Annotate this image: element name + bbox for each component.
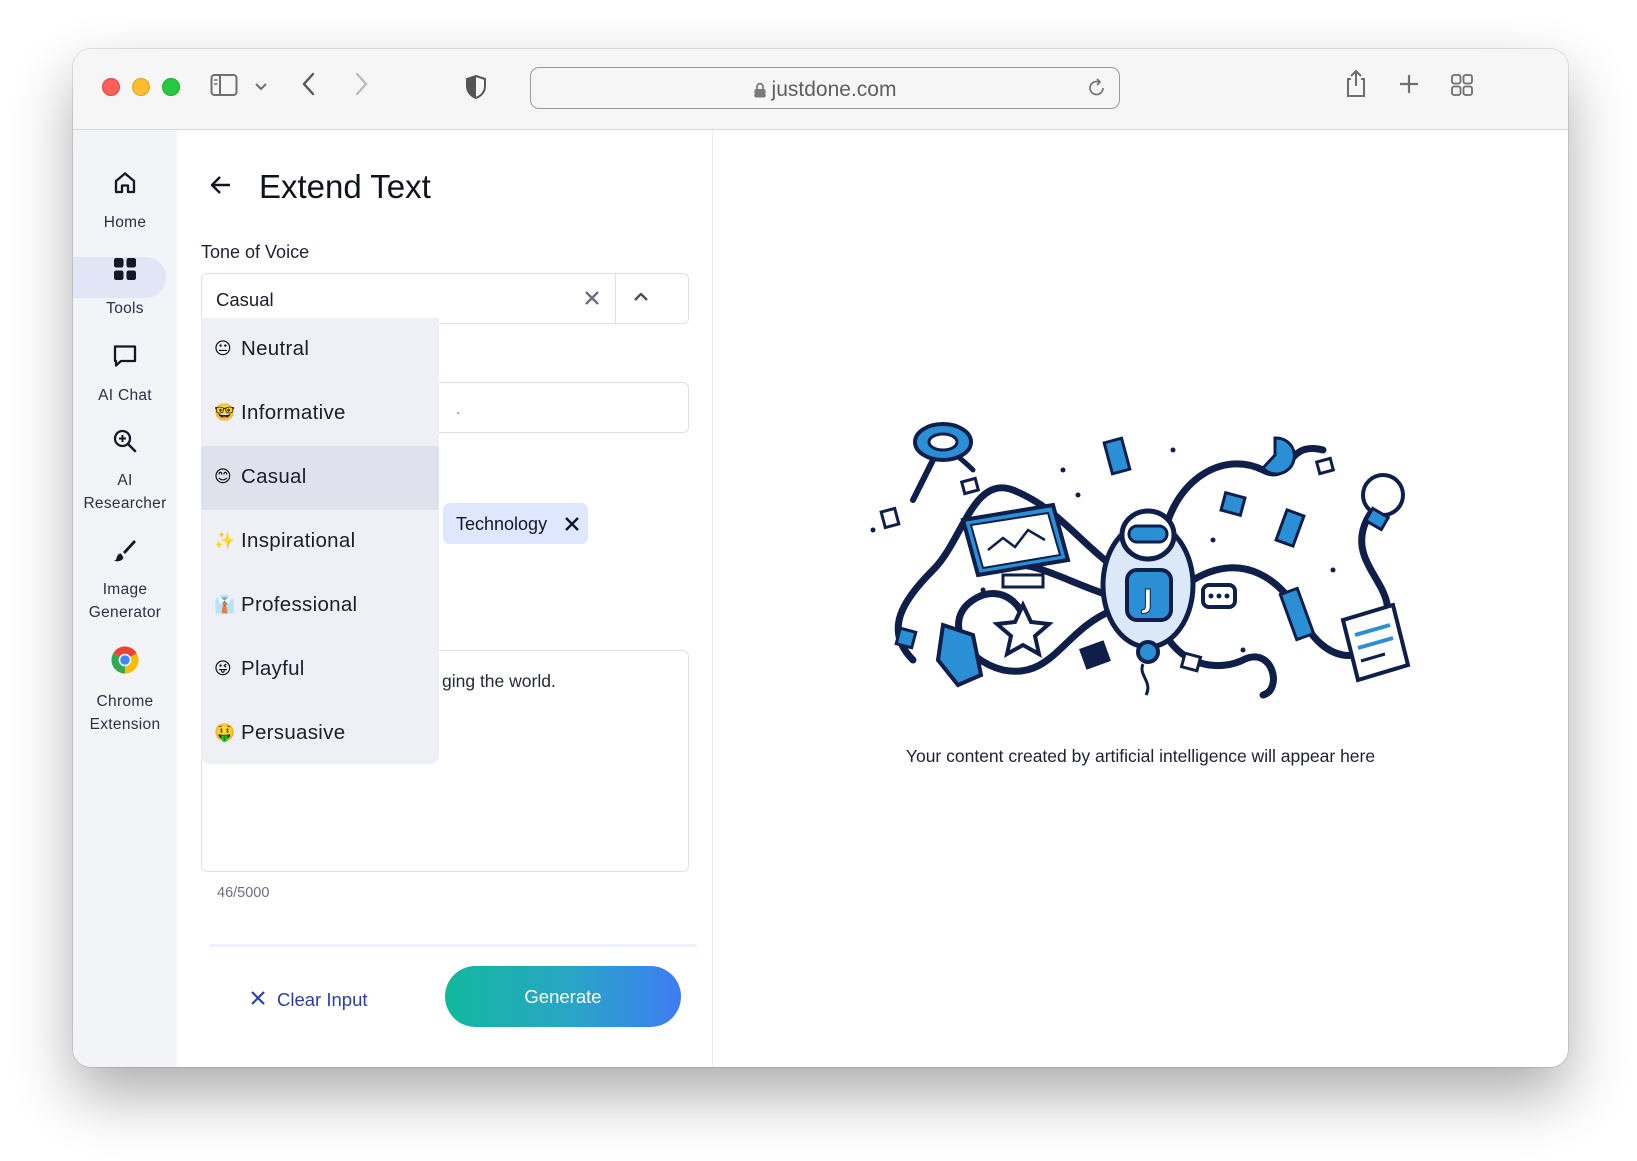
app-sidebar: Home Tools AI Chat AI Researcher Image G… xyxy=(73,130,177,1067)
output-area: J Your content created by artificial int… xyxy=(713,130,1568,1067)
close-icon xyxy=(249,989,267,1012)
sparkles-icon: ✨ xyxy=(214,531,236,550)
tone-of-voice-label: Tone of Voice xyxy=(201,242,310,262)
svg-text:J: J xyxy=(1141,585,1153,615)
chevron-down-icon[interactable] xyxy=(254,79,268,97)
magnifier-icon xyxy=(73,428,177,459)
lock-icon xyxy=(754,80,766,104)
home-icon xyxy=(73,170,177,201)
sidebar-item-label-line2: Generator xyxy=(88,604,162,621)
business-person-icon: 👔 xyxy=(214,595,236,614)
option-label: Playful xyxy=(241,657,305,680)
robot-illustration: J xyxy=(870,422,1411,699)
sidebar-item-tools[interactable]: Tools xyxy=(73,256,177,320)
clear-input-label: Clear Input xyxy=(277,989,368,1010)
sidebar-item-label-line2: Extension xyxy=(89,716,161,733)
sidebar-item-label-line1: Chrome xyxy=(96,693,154,710)
back-icon[interactable] xyxy=(300,71,318,102)
sidebar-item-label-line2: Researcher xyxy=(83,495,167,512)
money-face-icon: 🤑 xyxy=(214,723,236,742)
dropdown-option-playful[interactable]: 😜 Playful xyxy=(201,638,439,702)
brush-icon xyxy=(73,537,177,568)
option-label: Persuasive xyxy=(241,721,346,744)
tone-dropdown-menu: 😐 Neutral 🤓 Informative 😊 Casual ✨ Inspi… xyxy=(201,318,439,764)
sidebar-item-label-line1: AI xyxy=(117,472,133,489)
sidebar-item-chrome-extension[interactable]: Chrome Extension xyxy=(73,645,177,736)
keyword-chip: Technology xyxy=(443,503,588,544)
browser-window: justdone.com Home Tools AI Chat AI Resea… xyxy=(73,49,1568,1067)
dropdown-option-neutral[interactable]: 😐 Neutral xyxy=(201,318,439,382)
sidebar-item-image-generator[interactable]: Image Generator xyxy=(73,537,177,624)
remove-chip-icon[interactable] xyxy=(563,515,581,538)
nerd-face-icon: 🤓 xyxy=(214,403,236,422)
reload-icon[interactable] xyxy=(1087,77,1107,104)
footer-divider xyxy=(209,944,697,947)
neutral-face-icon: 😐 xyxy=(214,339,232,358)
grid-icon xyxy=(73,256,177,287)
smiling-face-icon: 😊 xyxy=(214,467,232,486)
sidebar-item-label: Tools xyxy=(106,300,144,317)
shield-icon[interactable] xyxy=(465,74,487,105)
option-label: Casual xyxy=(241,465,307,488)
sidebar-item-ai-chat[interactable]: AI Chat xyxy=(73,343,177,407)
sidebar-item-ai-researcher[interactable]: AI Researcher xyxy=(73,428,177,515)
winking-tongue-icon: 😜 xyxy=(214,659,232,678)
forward-icon[interactable] xyxy=(352,71,370,102)
text-input-content: ging the world. xyxy=(442,671,556,691)
option-label: Inspirational xyxy=(241,529,356,552)
close-window-button[interactable] xyxy=(102,78,120,96)
character-counter: 46/5000 xyxy=(217,885,270,901)
select-divider xyxy=(615,274,616,323)
sidebar-toggle-icon[interactable] xyxy=(210,73,238,102)
url-text: justdone.com xyxy=(771,78,897,101)
output-placeholder-text: Your content created by artificial intel… xyxy=(905,746,1376,766)
new-tab-icon[interactable] xyxy=(1398,73,1420,100)
page-title: Extend Text xyxy=(259,168,431,205)
address-bar[interactable]: justdone.com xyxy=(530,67,1120,109)
dropdown-option-informative[interactable]: 🤓 Informative xyxy=(201,382,439,446)
tone-selected-value: Casual xyxy=(216,289,274,310)
dropdown-option-persuasive[interactable]: 🤑 Persuasive xyxy=(201,702,439,764)
clear-selection-icon[interactable] xyxy=(582,288,602,313)
option-label: Informative xyxy=(241,401,346,424)
secondary-input-text: . xyxy=(456,401,461,418)
sidebar-item-label-line1: Image xyxy=(102,581,148,598)
chrome-icon xyxy=(73,645,177,680)
chevron-up-icon[interactable] xyxy=(632,290,650,309)
share-icon[interactable] xyxy=(1344,69,1368,104)
generate-button[interactable]: Generate xyxy=(445,966,681,1027)
option-label: Professional xyxy=(241,593,358,616)
dropdown-option-inspirational[interactable]: ✨ Inspirational xyxy=(201,510,439,574)
dropdown-option-casual[interactable]: 😊 Casual xyxy=(201,446,439,510)
keyword-chip-label: Technology xyxy=(456,514,548,534)
back-arrow-icon[interactable] xyxy=(209,174,233,201)
zoom-window-button[interactable] xyxy=(162,78,180,96)
chat-icon xyxy=(73,343,177,374)
clear-input-button[interactable]: Clear Input xyxy=(249,980,368,1020)
tone-of-voice-select[interactable]: Casual xyxy=(201,273,689,324)
dropdown-option-professional[interactable]: 👔 Professional xyxy=(201,574,439,638)
browser-toolbar: justdone.com xyxy=(73,49,1568,130)
sidebar-item-home[interactable]: Home xyxy=(73,170,177,234)
minimize-window-button[interactable] xyxy=(132,78,150,96)
tab-overview-icon[interactable] xyxy=(1450,73,1474,102)
sidebar-item-label: AI Chat xyxy=(98,387,152,404)
sidebar-item-label: Home xyxy=(103,214,147,231)
option-label: Neutral xyxy=(241,337,310,360)
